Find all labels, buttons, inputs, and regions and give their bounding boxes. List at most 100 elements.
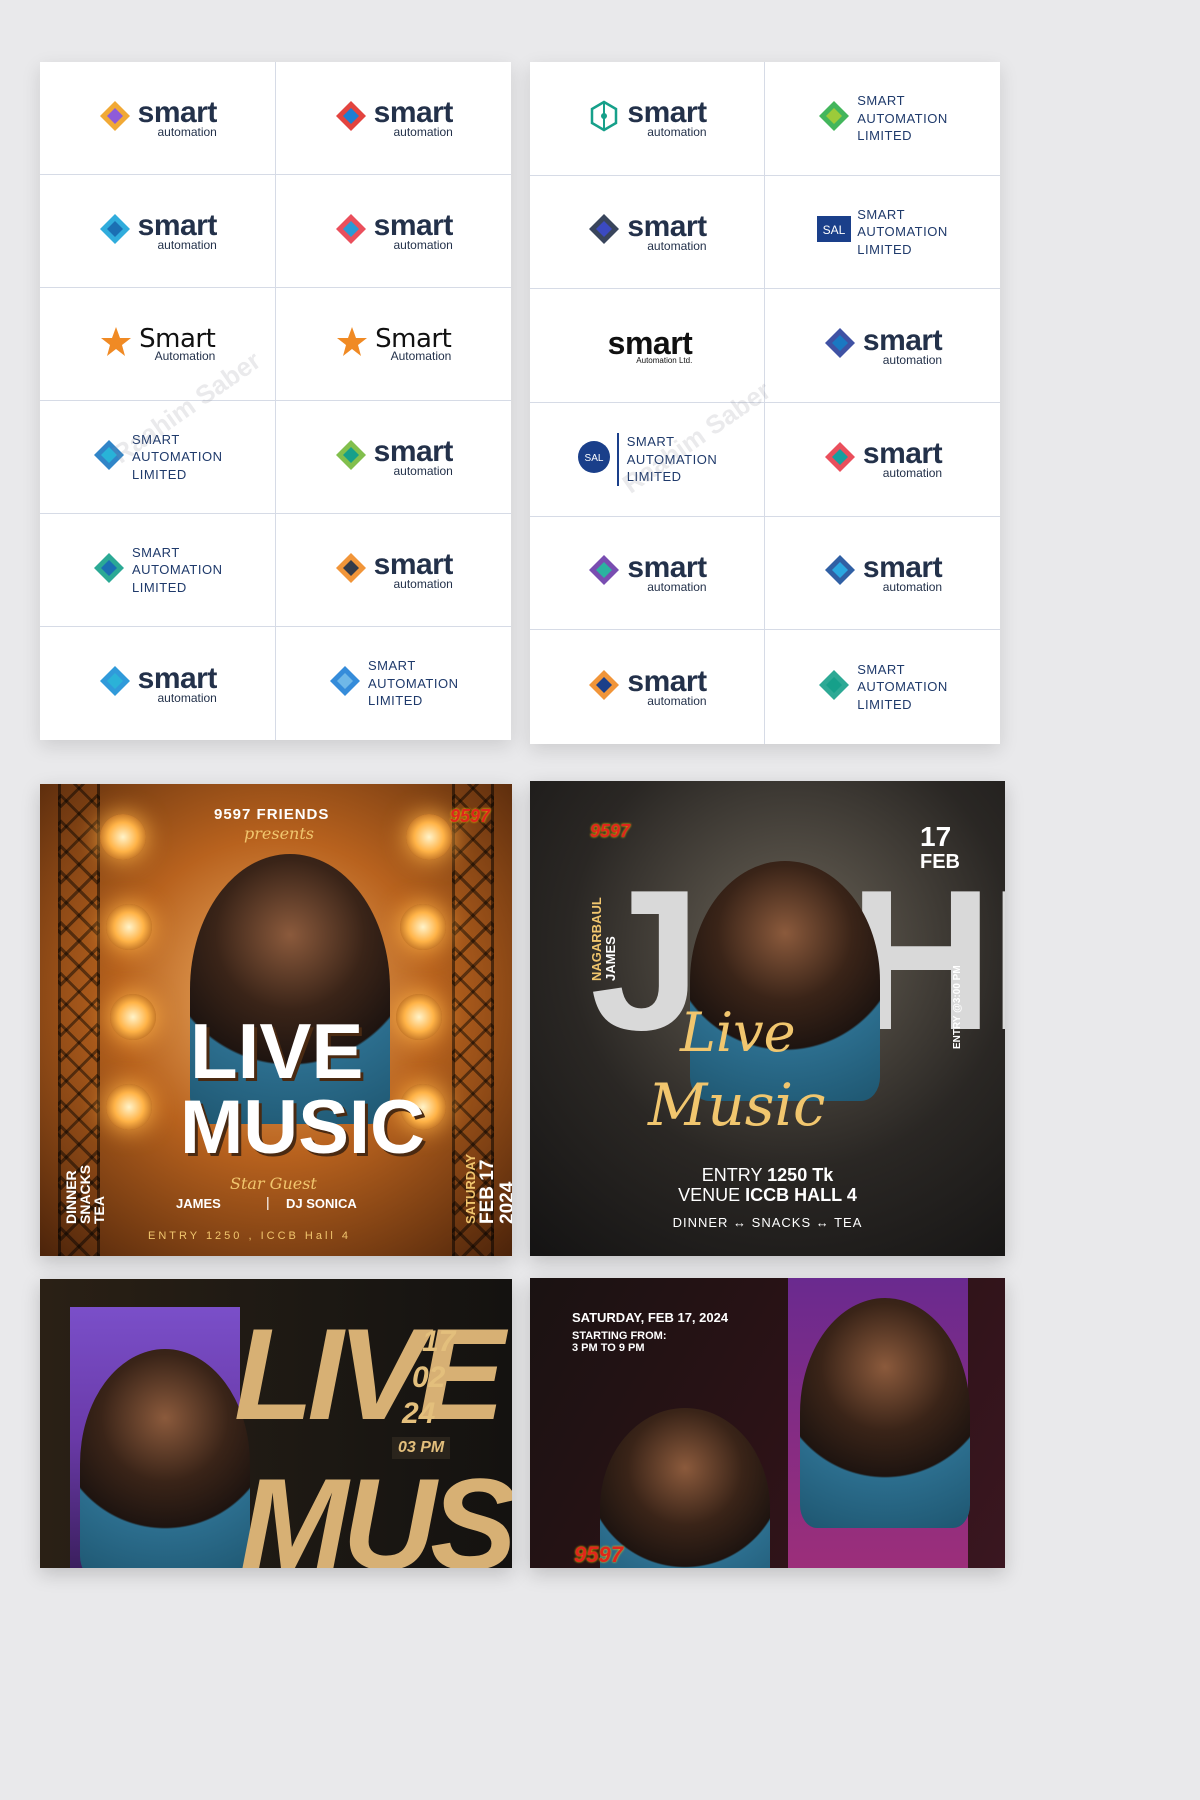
wordmark-tagline: automation [393, 238, 453, 252]
date-month: 02 [412, 1361, 446, 1394]
wordmark-name: smart [137, 96, 218, 129]
wordmark-line: LIMITED [368, 693, 423, 709]
wordmark-tagline: automation [882, 579, 943, 594]
s-triangles-icon [823, 440, 857, 479]
logo-wordmark: smart automation [627, 550, 707, 594]
wordmark-line: AUTOMATION [368, 675, 459, 691]
extras-line: DINNER ↔ SNACKS ↔ TEA [672, 1215, 863, 1230]
headline-music: MUSIC [180, 1085, 425, 1170]
stage-light [110, 994, 156, 1040]
wordmark-name: smart [627, 550, 707, 584]
wordmark-line: LIMITED [132, 466, 187, 482]
wordmark-name: smart [607, 324, 693, 361]
musician-photo [80, 1349, 250, 1568]
wordmark-line: SMART [368, 658, 416, 674]
logo-wordmark: SMART AUTOMATION LIMITED [132, 544, 222, 597]
date-year: 24 [402, 1397, 436, 1430]
stage-light [400, 904, 446, 950]
stage-light [406, 814, 452, 860]
logo-wordmark: SMART AUTOMATION LIMITED [132, 431, 222, 484]
logo-tile: Smart Automation [40, 288, 276, 401]
poster-live-music-john: 9597 17 FEB JOHN NAGARBAUL JAMES ENTRY @… [530, 781, 1005, 1256]
headline-music: MUSIC [240, 1451, 512, 1568]
sa-stripes-icon [823, 326, 857, 365]
entry-footer: ENTRY 1250 , ICCB Hall 4 [148, 1230, 352, 1242]
arrows-s-icon [334, 551, 368, 590]
logo-wordmark: SMART AUTOMATION LIMITED [857, 92, 947, 145]
logo-grid-left: smart automation smart automation smart autom… [40, 62, 511, 740]
logo-sheet-left: smart automation smart automation smart autom… [40, 62, 511, 740]
wordmark-name: smart [137, 209, 218, 242]
logo-tile: SMART AUTOMATION LIMITED [276, 627, 512, 740]
musician-photo [690, 861, 880, 1101]
star-guest-script: Star Guest [230, 1174, 317, 1193]
wordmark-line: AUTOMATION [132, 562, 223, 578]
leaf-s-icon [92, 551, 126, 590]
logo-wordmark: smart automation [373, 209, 454, 252]
wordmark-tagline: Automation [154, 349, 216, 363]
artist-vertical: NAGARBAUL JAMES [589, 897, 618, 981]
wordmark-line: AUTOMATION [857, 110, 948, 126]
date-vertical: SATURDAY FEB 17 2024 [463, 1153, 512, 1224]
network-hex-icon [587, 99, 621, 138]
logo-tile: smart automation [275, 401, 511, 514]
wordmark-line: LIMITED [857, 696, 913, 712]
wordmark-tagline: automation [393, 125, 453, 139]
wordmark-tagline: Automation Ltd. [636, 355, 693, 365]
logo-tile: Smart Automation [275, 288, 511, 401]
wordmark-name: smart [862, 550, 943, 584]
wordmark-tagline: Automation [390, 349, 452, 363]
event-date: SATURDAY, FEB 17, 2024 [572, 1310, 729, 1325]
stage-light [396, 994, 442, 1040]
logo-tile: smart automation [40, 627, 276, 740]
wordmark-tagline: automation [393, 464, 453, 478]
logo-tile: SMART AUTOMATION LIMITED [40, 514, 276, 627]
logo-wordmark: smart automation [137, 661, 218, 705]
extras-vertical: DINNER SNACKS TEA [63, 1164, 107, 1224]
logo-tile: smart automation [530, 62, 765, 176]
wordmark-line: LIMITED [132, 579, 187, 595]
logo-wordmark: Smart Automation [139, 326, 216, 363]
logo-wordmark: SMART AUTOMATION LIMITED [857, 206, 947, 259]
event-time: 03 PM [392, 1437, 451, 1459]
wordmark-tagline: automation [157, 238, 217, 252]
wordmark-line: SMART [132, 544, 180, 560]
start-label: STARTING FROM: [572, 1330, 667, 1342]
logo-tile: smart automation [530, 630, 765, 744]
singer-photo [800, 1298, 970, 1528]
artist-separator: | [266, 1194, 270, 1210]
diamond-weave-icon [334, 438, 368, 477]
script-music: Music [648, 1071, 826, 1139]
wordmark-tagline: automation [647, 579, 707, 594]
wordmark-tagline: automation [157, 125, 217, 139]
wordmark-name: smart [373, 209, 454, 242]
wordmark-name: smart [627, 665, 707, 699]
wordmark-name: smart [137, 661, 218, 695]
check-diamond-icon [98, 664, 132, 703]
sal-box-icon: SAL [817, 212, 852, 251]
stage-light [106, 904, 152, 950]
wordmark-line: LIMITED [857, 241, 913, 257]
guitarist-photo [600, 1408, 770, 1568]
logo-tile: smart automation [530, 175, 765, 290]
radio-brand-logo: 9597 [574, 1542, 623, 1567]
logo-wordmark: smart automation [137, 96, 218, 139]
logo-wordmark: SMART AUTOMATION LIMITED [857, 661, 947, 714]
logo-tile: smart automation [275, 62, 511, 175]
logo-wordmark: smart automation [373, 548, 454, 591]
logo-wordmark: SMART AUTOMATION LIMITED [368, 657, 458, 710]
wordmark-name: smart [373, 548, 454, 581]
venue-line: VENUE ICCB HALL 4 [678, 1185, 857, 1205]
logo-wordmark: smart automation [627, 665, 707, 708]
svg-text:SAL: SAL [823, 223, 846, 237]
logo-tile: smart automation [275, 175, 511, 288]
radio-brand-logo: 9597 [590, 821, 631, 841]
entry-line: ENTRY 1250 Tk [701, 1165, 834, 1185]
logo-tile: smart automation [275, 514, 511, 627]
wordmark-line: AUTOMATION [857, 679, 948, 695]
wordmark-tagline: automation [157, 690, 217, 705]
presenter-name: 9597 FRIENDS [214, 806, 330, 823]
svg-text:SAL: SAL [584, 453, 603, 464]
wordmark-tagline: automation [882, 466, 943, 481]
wordmark-name: smart [627, 209, 707, 243]
